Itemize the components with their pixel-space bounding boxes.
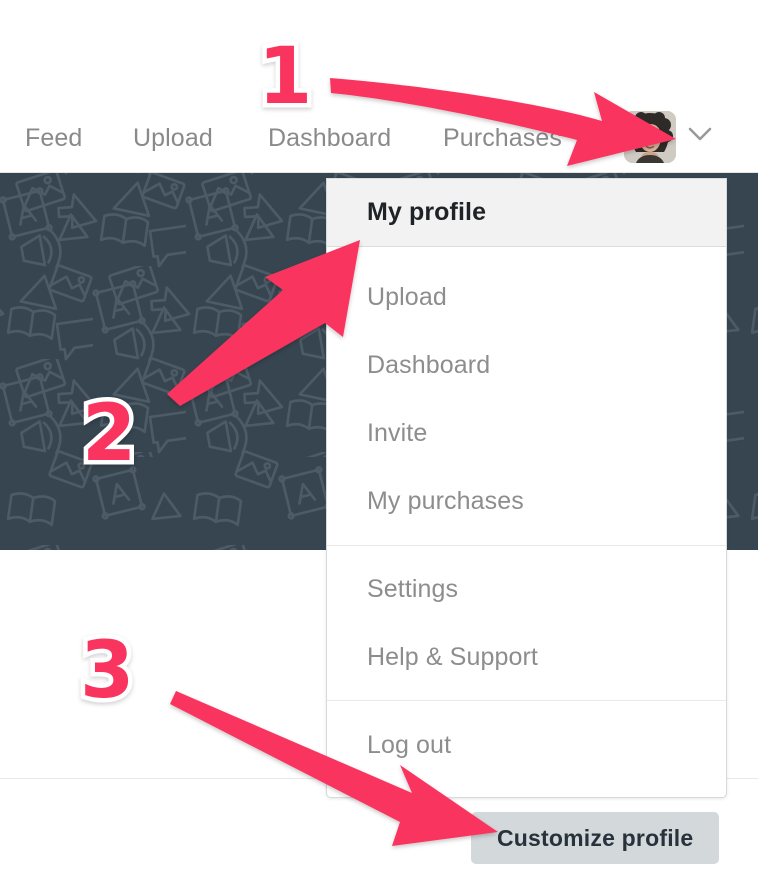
customize-profile-label: Customize profile — [497, 824, 694, 851]
menu-item-label: Log out — [367, 730, 452, 759]
avatar[interactable] — [624, 111, 676, 163]
menu-group-session: Log out — [327, 701, 726, 797]
chevron-down-icon[interactable] — [688, 126, 712, 142]
menu-item-settings[interactable]: Settings — [327, 555, 726, 623]
menu-item-label: My purchases — [367, 486, 524, 515]
account-dropdown-menu: My profile Upload Dashboard Invite My pu… — [326, 178, 727, 798]
nav-link-dashboard[interactable]: Dashboard — [268, 126, 391, 151]
nav-link-purchases[interactable]: Purchases — [443, 126, 562, 151]
menu-item-log-out[interactable]: Log out — [327, 711, 726, 779]
menu-item-label: Invite — [367, 418, 428, 447]
menu-item-my-purchases[interactable]: My purchases — [327, 467, 726, 535]
menu-item-label: Help & Support — [367, 642, 538, 671]
menu-item-help-support[interactable]: Help & Support — [327, 623, 726, 691]
annotation-marker-1: 1 — [253, 32, 316, 122]
nav-link-upload[interactable]: Upload — [133, 126, 213, 151]
menu-item-invite[interactable]: Invite — [327, 399, 726, 467]
nav-link-feed[interactable]: Feed — [25, 126, 82, 151]
menu-item-upload[interactable]: Upload — [327, 263, 726, 331]
menu-group-primary: Upload Dashboard Invite My purchases — [327, 247, 726, 545]
customize-profile-button[interactable]: Customize profile — [471, 812, 720, 864]
menu-item-label: Upload — [367, 282, 447, 311]
menu-item-my-profile[interactable]: My profile — [327, 178, 726, 247]
app-screenshot: Feed Upload Dashboard Purchases My profi… — [0, 0, 758, 890]
annotation-marker-2: 2 — [77, 389, 140, 479]
menu-item-dashboard[interactable]: Dashboard — [327, 331, 726, 399]
avatar-image — [624, 111, 676, 163]
menu-item-label: My profile — [367, 198, 487, 226]
menu-item-label: Settings — [367, 574, 459, 603]
annotation-marker-3: 3 — [75, 626, 138, 716]
menu-item-label: Dashboard — [367, 350, 491, 379]
menu-group-secondary: Settings Help & Support — [327, 546, 726, 700]
